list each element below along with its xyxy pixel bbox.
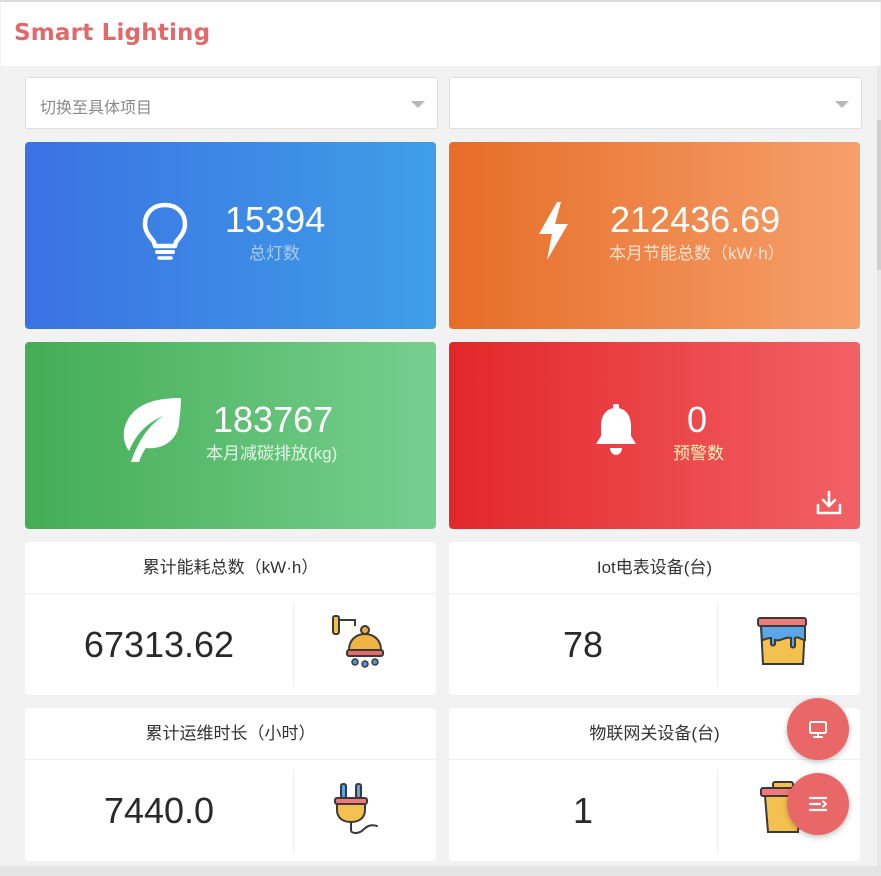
panel-runtime: 累计运维时长（小时） 7440.0 xyxy=(25,708,436,861)
panel-gateways-value: 1 xyxy=(572,790,594,831)
leaf-icon xyxy=(123,398,181,462)
secondary-select[interactable] xyxy=(449,77,862,129)
panel-meters-title: Iot电表设备(台) xyxy=(449,542,860,594)
stat-card-lamps[interactable]: 15394 总灯数 xyxy=(25,142,436,329)
panel-runtime-title: 累计运维时长（小时） xyxy=(25,708,436,760)
stat-card-carbon[interactable]: 183767 本月减碳排放(kg) xyxy=(25,342,436,529)
lightbulb-icon xyxy=(142,202,188,260)
monitor-icon xyxy=(809,721,827,738)
horizontal-scrollbar[interactable] xyxy=(0,866,881,876)
divider xyxy=(717,604,718,686)
lamps-label: 总灯数 xyxy=(249,244,300,263)
app-header: Smart Lighting xyxy=(1,2,880,66)
app-title: Smart Lighting xyxy=(14,20,211,46)
divider xyxy=(293,770,294,852)
panel-meters: Iot电表设备(台) 78 xyxy=(449,542,860,695)
divider xyxy=(293,604,294,686)
panel-energy-total-value: 67313.62 xyxy=(83,624,235,665)
power-plug-icon xyxy=(334,783,378,834)
alerts-value: 0 xyxy=(687,399,708,440)
menu-fab-button[interactable] xyxy=(787,773,849,835)
download-icon[interactable] xyxy=(815,490,843,516)
paint-bucket-icon xyxy=(757,617,807,665)
stat-card-energy-saved[interactable]: 212436.69 本月节能总数（kW·h） xyxy=(449,142,860,329)
lightning-icon xyxy=(539,202,568,260)
divider xyxy=(717,770,718,852)
carbon-value: 183767 xyxy=(213,399,334,440)
monitor-fab-button[interactable] xyxy=(787,698,849,760)
panel-energy-total-title: 累计能耗总数（kW·h） xyxy=(25,542,436,594)
chevron-down-icon xyxy=(411,101,425,108)
vertical-scrollbar-thumb[interactable] xyxy=(877,120,881,270)
bell-icon xyxy=(596,404,636,455)
energy-saved-value: 212436.69 xyxy=(610,199,781,240)
project-select-placeholder: 切换至具体项目 xyxy=(40,100,153,117)
panel-runtime-value: 7440.0 xyxy=(103,790,215,831)
chevron-down-icon xyxy=(835,101,849,108)
stat-card-alerts[interactable]: 0 预警数 xyxy=(449,342,860,529)
alerts-label: 预警数 xyxy=(673,444,724,463)
menu-icon xyxy=(808,796,828,812)
panel-meters-value: 78 xyxy=(562,624,604,665)
lamps-value: 15394 xyxy=(225,199,326,240)
project-select[interactable]: 切换至具体项目 xyxy=(25,77,438,129)
carbon-label: 本月减碳排放(kg) xyxy=(206,444,338,463)
panel-energy-total: 累计能耗总数（kW·h） 67313.62 xyxy=(25,542,436,695)
energy-saved-label: 本月节能总数（kW·h） xyxy=(609,244,785,263)
ceiling-lamp-icon xyxy=(332,615,384,668)
